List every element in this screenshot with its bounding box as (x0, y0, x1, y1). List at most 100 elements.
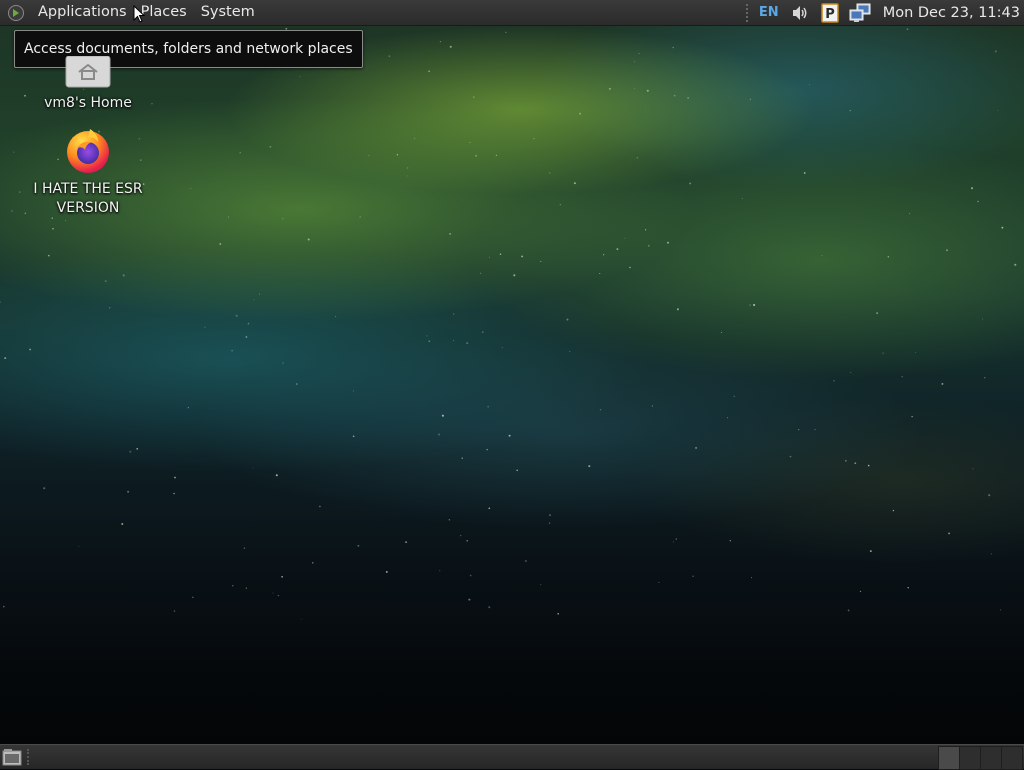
workspace-1[interactable] (938, 746, 960, 770)
tray-handle[interactable] (745, 3, 751, 22)
wallpaper-star (174, 476, 176, 479)
wallpaper-star (672, 46, 674, 49)
wallpaper-star (749, 304, 751, 306)
wallpaper-star (481, 331, 484, 333)
wallpaper-star (459, 534, 462, 537)
wallpaper-star (479, 272, 482, 274)
workspace-2[interactable] (959, 746, 981, 770)
wallpaper-star (647, 244, 650, 247)
wallpaper-star (495, 154, 498, 157)
desktop-icon-firefox[interactable]: I HATE THE ESR VERSION (28, 126, 148, 218)
desktop-icon-label: vm8's Home (44, 95, 132, 111)
wallpaper-star (672, 541, 674, 543)
wallpaper-star (789, 455, 792, 458)
wallpaper-star (405, 541, 408, 544)
wallpaper-star (695, 446, 698, 449)
wallpaper-star (673, 94, 676, 97)
wallpaper-star (269, 145, 272, 148)
clock[interactable]: Mon Dec 23, 11:43 (883, 5, 1020, 21)
wallpaper-star (438, 433, 441, 436)
wallpaper-star (52, 228, 54, 230)
wallpaper-star (282, 362, 284, 364)
wallpaper-star (449, 45, 452, 48)
wallpaper-star (239, 152, 241, 154)
wallpaper-star (488, 507, 491, 510)
wallpaper-star (638, 52, 640, 55)
wallpaper-star (629, 266, 631, 269)
desktop-icon-home[interactable]: vm8's Home (28, 56, 148, 113)
wallpaper-star (549, 514, 551, 517)
wallpaper-star (468, 598, 471, 601)
parcellite-clipboard-icon[interactable]: P (819, 2, 841, 24)
wallpaper-star (644, 229, 647, 231)
wallpaper-star (616, 248, 619, 251)
wallpaper-star (588, 465, 591, 468)
wallpaper-star (634, 61, 635, 63)
keyboard-layout-indicator[interactable]: EN (759, 5, 779, 20)
wallpaper-star (231, 349, 233, 352)
wallpaper-star (253, 298, 255, 300)
volume-icon[interactable] (789, 2, 811, 24)
firefox-icon (67, 129, 109, 173)
wallpaper-star (821, 255, 823, 256)
wallpaper-star (814, 428, 816, 430)
desktop-wallpaper (0, 0, 1024, 768)
wallpaper-star (449, 233, 451, 235)
wallpaper-star (915, 351, 917, 353)
wallpaper-star (122, 274, 125, 277)
menu-applications[interactable]: Applications (31, 0, 134, 25)
panel-handle[interactable] (27, 749, 32, 765)
wallpaper-star (307, 238, 310, 241)
wallpaper-star (513, 274, 516, 277)
wallpaper-star (129, 450, 132, 453)
wallpaper-star (741, 197, 743, 199)
wallpaper-star (121, 523, 124, 525)
workspace-3[interactable] (980, 746, 1002, 770)
wallpaper-star (65, 219, 67, 222)
wallpaper-star (901, 376, 903, 378)
wallpaper-star (359, 216, 361, 218)
wallpaper-star (385, 570, 388, 573)
wallpaper-star (911, 415, 913, 418)
wallpaper-star (187, 407, 189, 409)
wallpaper-star (1001, 226, 1004, 229)
wallpaper-star (501, 347, 503, 349)
wallpaper-star (299, 76, 301, 78)
wallpaper-star (151, 103, 153, 105)
wallpaper-star (281, 575, 283, 578)
wallpaper-star (319, 505, 321, 508)
wallpaper-star (549, 522, 551, 524)
wallpaper-star (524, 559, 527, 563)
wallpaper-star (946, 249, 948, 252)
menu-system[interactable]: System (194, 0, 262, 25)
mate-menu-icon[interactable] (7, 4, 25, 22)
wallpaper-star (988, 494, 991, 497)
wallpaper-star (566, 318, 569, 321)
wallpaper-star (540, 260, 542, 262)
wallpaper-star (658, 581, 660, 583)
wallpaper-star (466, 539, 469, 542)
wallpaper-star (488, 606, 491, 609)
wallpaper-star (833, 380, 835, 382)
workspace-4[interactable] (1001, 746, 1023, 770)
show-desktop-icon[interactable] (2, 747, 22, 767)
wallpaper-star (104, 280, 107, 283)
home-folder-icon (65, 56, 111, 88)
wallpaper-star (136, 447, 139, 450)
wallpaper-star (173, 610, 176, 612)
wallpaper-star (876, 312, 879, 315)
wallpaper-star (729, 540, 731, 542)
wallpaper-star (609, 88, 611, 90)
wallpaper-star (909, 213, 911, 215)
wallpaper-star (13, 151, 15, 153)
wallpaper-star (687, 97, 689, 99)
wallpaper-star (753, 303, 756, 307)
wallpaper-star (849, 109, 851, 112)
wallpaper-star (235, 314, 238, 317)
wallpaper-star (473, 96, 475, 98)
wallpaper-star (396, 154, 399, 156)
wallpaper-star (692, 575, 694, 577)
wallpaper-star (301, 618, 302, 620)
network-icon[interactable] (849, 2, 871, 24)
wallpaper-star (569, 351, 571, 353)
